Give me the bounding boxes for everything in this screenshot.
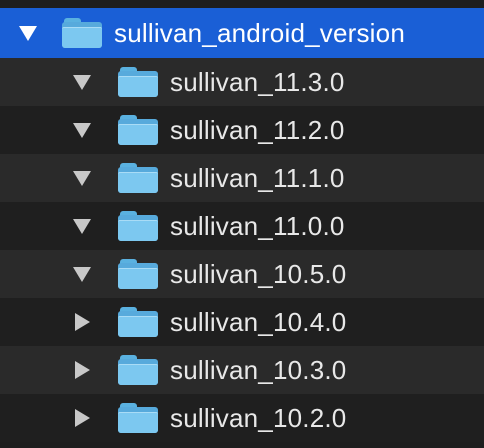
folder-icon — [118, 67, 158, 97]
tree-row-root[interactable]: sullivan_android_version — [0, 8, 484, 58]
disclosure-expanded-icon[interactable] — [70, 118, 94, 142]
disclosure-expanded-icon[interactable] — [16, 21, 40, 45]
tree-row-label: sullivan_android_version — [114, 17, 405, 48]
folder-icon — [118, 307, 158, 337]
tree-row-label: sullivan_10.2.0 — [170, 402, 347, 433]
tree-row-label: sullivan_11.2.0 — [170, 114, 345, 145]
disclosure-expanded-icon[interactable] — [70, 262, 94, 286]
tree-row[interactable]: sullivan_11.3.0 — [0, 58, 484, 106]
tree-row-label: sullivan_10.4.0 — [170, 306, 347, 337]
tree-row[interactable]: sullivan_10.3.0 — [0, 346, 484, 394]
tree-row-label: sullivan_10.5.0 — [170, 258, 347, 289]
tree-row-label: sullivan_11.3.0 — [170, 66, 345, 97]
file-tree: sullivan_android_version sullivan_11.3.0… — [0, 0, 484, 448]
folder-icon — [118, 163, 158, 193]
folder-icon — [118, 259, 158, 289]
tree-row[interactable]: sullivan_10.2.0 — [0, 394, 484, 442]
folder-icon — [62, 18, 102, 48]
tree-row[interactable]: sullivan_11.2.0 — [0, 106, 484, 154]
tree-row[interactable]: sullivan_10.4.0 — [0, 298, 484, 346]
folder-icon — [118, 403, 158, 433]
folder-icon — [118, 115, 158, 145]
disclosure-collapsed-icon[interactable] — [70, 310, 94, 334]
tree-row[interactable]: sullivan_11.0.0 — [0, 202, 484, 250]
disclosure-expanded-icon[interactable] — [70, 70, 94, 94]
tree-row-label: sullivan_10.3.0 — [170, 354, 347, 385]
disclosure-collapsed-icon[interactable] — [70, 358, 94, 382]
tree-row[interactable]: sullivan_10.5.0 — [0, 250, 484, 298]
disclosure-collapsed-icon[interactable] — [70, 406, 94, 430]
tree-row-label: sullivan_11.0.0 — [170, 210, 345, 241]
tree-row-label: sullivan_11.1.0 — [170, 162, 345, 193]
folder-icon — [118, 211, 158, 241]
folder-icon — [118, 355, 158, 385]
disclosure-expanded-icon[interactable] — [70, 166, 94, 190]
tree-row[interactable]: sullivan_11.1.0 — [0, 154, 484, 202]
disclosure-expanded-icon[interactable] — [70, 214, 94, 238]
